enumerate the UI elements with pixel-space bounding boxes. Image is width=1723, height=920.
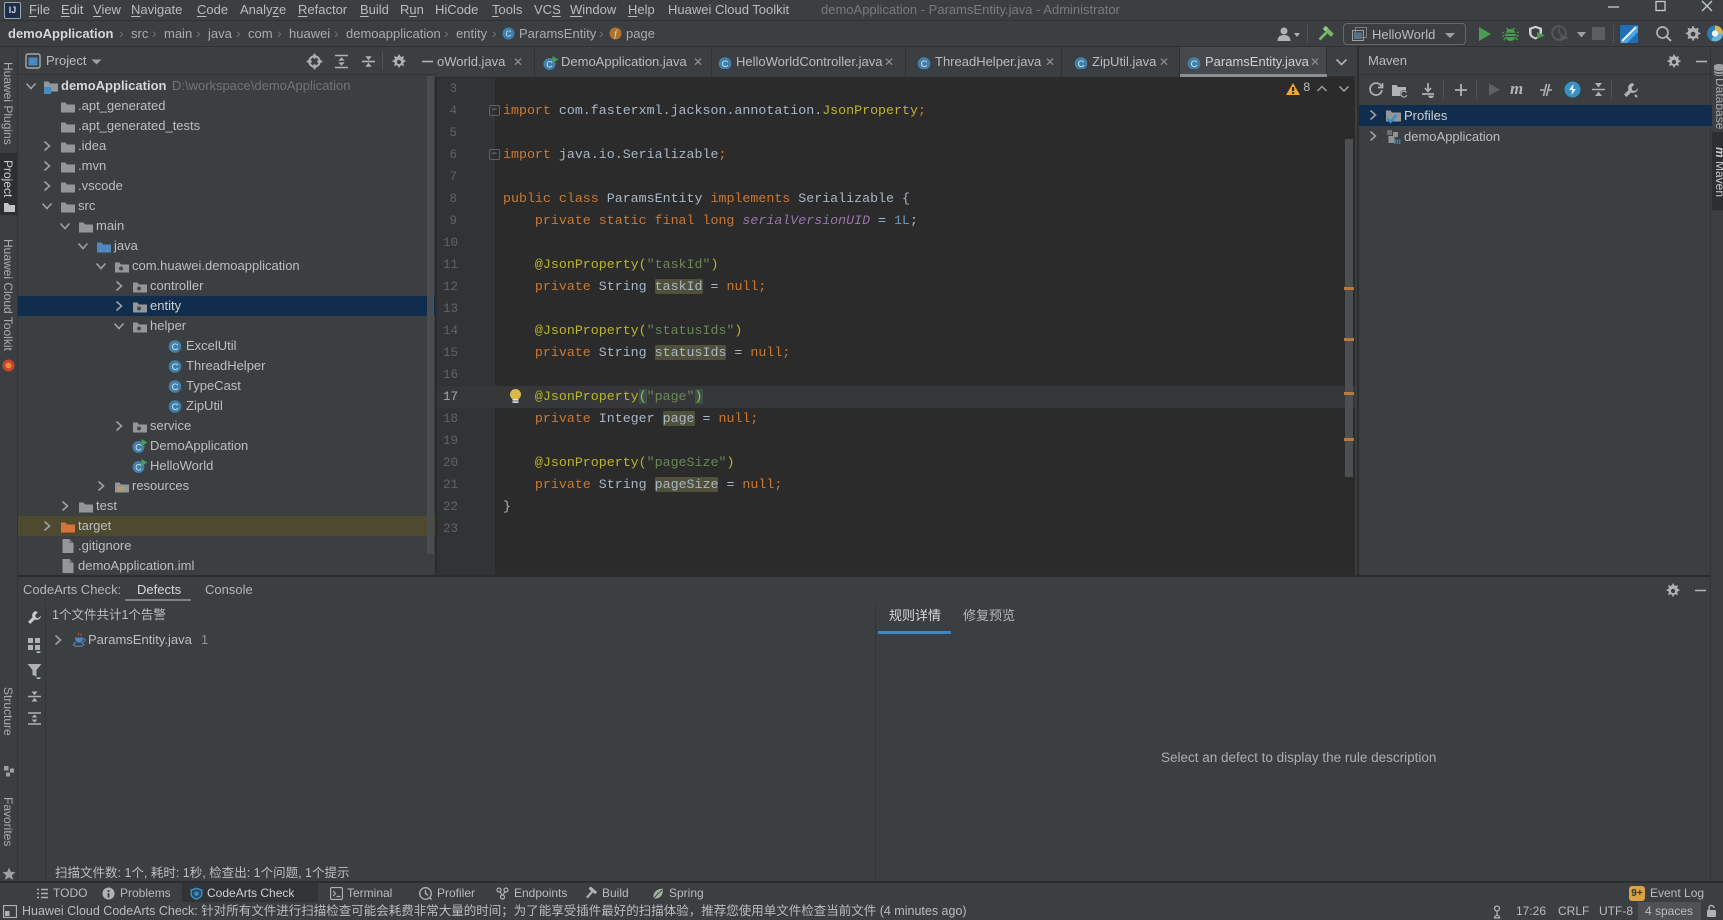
svg-text:m: m <box>1394 136 1401 145</box>
svg-text:C: C <box>505 29 511 39</box>
